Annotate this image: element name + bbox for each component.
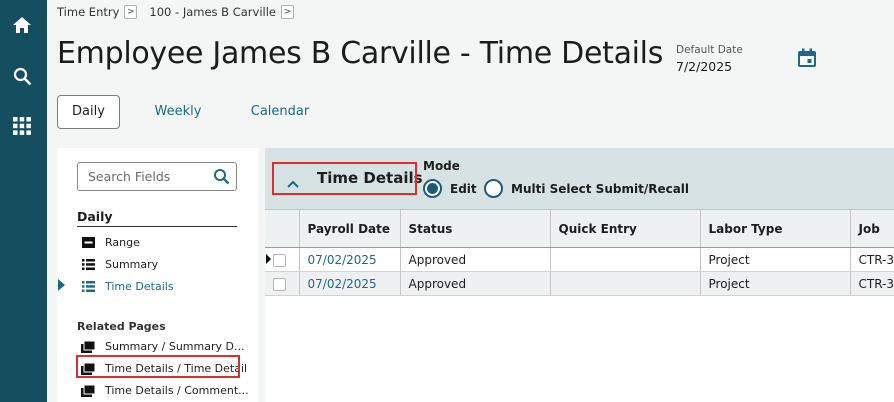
quick-entry-cell[interactable] xyxy=(550,247,701,272)
table-row[interactable]: 07/02/2025 Approved Project CTR-32 xyxy=(265,271,894,296)
breadcrumb: Time Entry > 100 - James B Carville > xyxy=(57,5,306,19)
current-row-marker xyxy=(266,254,271,264)
nav-item-label: Summary xyxy=(105,258,159,271)
status-cell: Approved xyxy=(400,247,551,272)
column-header-labor-type[interactable]: Labor Type xyxy=(700,209,851,248)
tab-weekly[interactable]: Weekly xyxy=(148,95,208,129)
chevron-right-icon[interactable]: > xyxy=(281,5,294,19)
calendar-icon[interactable] xyxy=(797,48,817,68)
nav-item-time-details[interactable]: Time Details xyxy=(81,280,174,293)
tab-daily[interactable]: Daily xyxy=(57,95,120,129)
current-item-marker xyxy=(58,279,65,291)
tab-calendar[interactable]: Calendar xyxy=(246,95,314,129)
related-item-label: Summary / Summary D... xyxy=(105,340,245,353)
labor-type-cell: Project xyxy=(700,271,851,296)
chevron-right-icon[interactable]: > xyxy=(124,5,138,19)
column-header-job[interactable]: Job xyxy=(850,209,894,248)
radio-label: Multi Select Submit/Recall xyxy=(511,181,690,196)
nav-item-summary[interactable]: Summary xyxy=(81,258,158,271)
list-icon xyxy=(81,259,95,271)
section-title-daily: Daily xyxy=(77,209,113,224)
related-pages-title: Related Pages xyxy=(77,320,166,333)
related-item-comments[interactable]: Time Details / Comment... xyxy=(81,384,249,397)
column-header-status[interactable]: Status xyxy=(400,209,551,248)
nav-rail xyxy=(0,0,47,402)
table-header-row: Payroll Date Status Quick Entry Labor Ty… xyxy=(265,209,894,248)
job-cell: CTR-32 xyxy=(850,271,894,296)
time-details-panel: Time Details Mode Edit Multi Select Subm… xyxy=(265,148,894,402)
breadcrumb-employee[interactable]: 100 - James B Carville xyxy=(149,5,276,19)
page-title: Employee James B Carville - Time Details xyxy=(57,36,664,71)
nav-item-label: Range xyxy=(105,236,140,249)
job-cell: CTR-32 xyxy=(850,247,894,272)
apps-grid-icon[interactable] xyxy=(11,115,33,137)
highlight-box xyxy=(76,355,240,378)
section-header: Time Details Mode Edit Multi Select Subm… xyxy=(265,148,894,209)
home-icon[interactable] xyxy=(11,14,33,36)
column-header-select xyxy=(265,209,300,248)
mode-radio-multi-select[interactable]: Multi Select Submit/Recall xyxy=(484,179,689,198)
payroll-date-link[interactable]: 07/02/2025 xyxy=(299,271,401,296)
table-row[interactable]: 07/02/2025 Approved Project CTR-32 xyxy=(265,247,894,272)
radio-selected-icon xyxy=(423,179,442,198)
quick-entry-cell[interactable] xyxy=(550,271,701,296)
mode-label: Mode xyxy=(423,159,460,173)
nav-item-label: Time Details xyxy=(105,280,174,293)
search-fields-box xyxy=(77,162,237,191)
divider xyxy=(77,226,237,227)
search-icon[interactable] xyxy=(213,168,230,185)
range-icon xyxy=(81,237,95,249)
related-item-summary[interactable]: Summary / Summary D... xyxy=(81,340,244,353)
mode-radio-edit[interactable]: Edit xyxy=(423,179,477,198)
radio-label: Edit xyxy=(450,181,477,196)
left-nav-panel: Daily Range Summary Time Details Related… xyxy=(57,148,258,402)
pages-icon xyxy=(81,340,95,353)
labor-type-cell: Project xyxy=(700,247,851,272)
row-checkbox[interactable] xyxy=(273,277,286,291)
time-details-table: Payroll Date Status Quick Entry Labor Ty… xyxy=(265,209,894,296)
status-cell: Approved xyxy=(400,271,551,296)
search-fields-input[interactable] xyxy=(88,163,213,190)
nav-item-range[interactable]: Range xyxy=(81,236,140,249)
breadcrumb-time-entry[interactable]: Time Entry xyxy=(57,5,119,19)
default-date-value[interactable]: 7/2/2025 xyxy=(676,59,732,74)
highlight-box xyxy=(272,162,417,195)
search-icon[interactable] xyxy=(11,65,33,87)
pages-icon xyxy=(81,384,95,397)
row-checkbox[interactable] xyxy=(273,253,286,267)
default-date-label: Default Date xyxy=(676,44,743,56)
related-item-label: Time Details / Comment... xyxy=(105,384,249,397)
column-header-quick-entry[interactable]: Quick Entry xyxy=(550,209,701,248)
radio-unselected-icon xyxy=(484,179,503,198)
payroll-date-link[interactable]: 07/02/2025 xyxy=(299,247,401,272)
column-header-payroll-date[interactable]: Payroll Date xyxy=(299,209,401,248)
list-icon xyxy=(81,281,95,293)
row-select-cell xyxy=(265,271,300,296)
